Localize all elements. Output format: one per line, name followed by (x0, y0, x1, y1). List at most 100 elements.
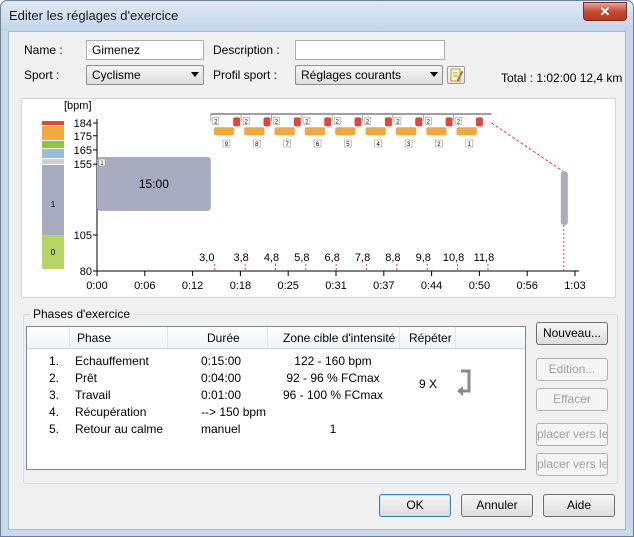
x-tick-label: 0:00 (86, 280, 107, 292)
header-phase[interactable]: Phase (77, 331, 111, 345)
repeat-arrow-icon (457, 369, 471, 396)
distance-label: 5,8 (294, 252, 309, 264)
x-tick-label: 0:50 (469, 280, 490, 292)
work-bar (304, 127, 326, 136)
x-tick-label: 0:31 (325, 280, 346, 292)
y-tick-label: 155 (74, 159, 92, 171)
header-divider (455, 327, 456, 349)
header-duration[interactable]: Durée (207, 331, 240, 345)
x-tick-label: 0:06 (134, 280, 155, 292)
cell-duration: 0:15:00 (201, 354, 242, 368)
cell-phase: Travail (75, 388, 111, 402)
phases-table-header: Phase Durée Zone cible d'intensité Répét… (27, 327, 525, 349)
cell-no: 4. (49, 405, 60, 419)
delete-phase-button[interactable]: Effacer (536, 388, 608, 411)
phases-group-title: Phases d'exercice (30, 307, 134, 321)
cell-no: 3. (49, 388, 60, 402)
distance-label: 8,8 (385, 252, 400, 264)
recovery-marker (324, 117, 332, 127)
cooldown-line (491, 122, 564, 172)
work-bar (213, 127, 235, 136)
zone-bar (42, 149, 64, 158)
title-bar: Editer les réglages d'exercice ✕ (1, 1, 633, 31)
cell-duration: manuel (201, 422, 241, 436)
sport-label: Sport : (24, 68, 60, 82)
distance-label: 3,8 (234, 252, 249, 264)
x-tick-label: 0:12 (182, 280, 203, 292)
zone-bar (42, 141, 64, 148)
repeat-count: 9 X (419, 377, 438, 391)
table-row[interactable]: 1. Echauffement 0:15:00 122 - 160 bpm (27, 354, 525, 371)
table-row[interactable]: 3. Travail 0:01:00 96 - 100 % FCmax (27, 388, 525, 405)
header-divider (167, 327, 168, 349)
recovery-marker (415, 117, 423, 127)
distance-label: 6,8 (325, 252, 340, 264)
table-row[interactable]: 5. Retour au calme manuel 1 (27, 422, 525, 439)
header-zone[interactable]: Zone cible d'intensité (283, 331, 395, 345)
description-input[interactable] (295, 40, 445, 60)
workout-profile-chart: [bpm] 1 0 184175 165 155 105 80 0:00 0:06 0:12 0:18… (42, 100, 586, 292)
cell-phase: Récupération (75, 405, 147, 419)
x-tick-label: 1:03 (564, 280, 585, 292)
warmup-duration-label: 15:00 (139, 177, 169, 191)
distance-label: 3,0 (199, 252, 214, 264)
cancel-button[interactable]: Annuler (461, 494, 533, 517)
name-input[interactable]: Gimenez (86, 40, 204, 60)
distance-label: 4,8 (264, 252, 279, 264)
distance-label: 11,8 (474, 252, 495, 264)
chevron-down-icon (191, 72, 199, 77)
new-phase-button[interactable]: Nouveau... (536, 322, 608, 345)
edit-phase-button[interactable]: Edition... (536, 358, 608, 381)
work-bar (244, 127, 265, 136)
ok-button[interactable]: OK (379, 494, 451, 517)
cell-no: 5. (49, 422, 60, 436)
x-tick-label: 0:56 (516, 280, 537, 292)
cell-zone: 92 - 96 % FCmax (286, 371, 380, 385)
help-button[interactable]: Aide (543, 494, 615, 517)
cell-duration: 0:04:00 (201, 371, 242, 385)
recovery-marker (233, 117, 241, 127)
table-row[interactable]: 4. Récupération --> 150 bpm (27, 405, 525, 422)
work-bar (335, 127, 356, 136)
close-button[interactable]: ✕ (583, 2, 627, 21)
y-tick-label: 105 (74, 230, 92, 242)
move-up-button[interactable]: placer vers le h (536, 423, 608, 446)
cell-no: 2. (49, 371, 60, 385)
x-tick-label: 0:25 (277, 280, 298, 292)
header-divider (69, 327, 70, 349)
work-bar (426, 127, 447, 136)
cell-duration: --> 150 bpm (201, 405, 267, 419)
zone-bar (42, 121, 64, 125)
chevron-down-icon (430, 72, 438, 77)
cell-phase: Prêt (75, 371, 98, 385)
cooldown-bar (560, 171, 568, 226)
zone-bar (42, 159, 64, 164)
edit-profile-button[interactable] (447, 66, 465, 84)
sport-select[interactable]: Cyclisme (86, 65, 204, 85)
recovery-marker (384, 117, 392, 127)
cell-phase: Echauffement (75, 354, 149, 368)
move-down-button[interactable]: placer vers le b (536, 453, 608, 476)
recovery-marker (263, 117, 271, 127)
zone-label: 1 (51, 200, 56, 209)
table-row[interactable]: 2. Prêt 0:04:00 92 - 96 % FCmax (27, 371, 525, 388)
x-tick-label: 0:44 (421, 280, 442, 292)
recovery-marker (354, 117, 362, 127)
cell-zone: 96 - 100 % FCmax (282, 388, 384, 402)
header-repeat[interactable]: Répéter (409, 331, 452, 345)
y-tick-label: 184 (74, 118, 92, 130)
work-bar (456, 127, 477, 136)
cell-zone: 1 (329, 422, 337, 436)
cell-phase: Retour au calme (75, 422, 164, 436)
y-tick-label: 80 (80, 266, 92, 278)
description-label: Description : (213, 43, 280, 57)
profile-select[interactable]: Réglages courants (295, 65, 443, 85)
dialog-window: Editer les réglages d'exercice ✕ Name : … (0, 0, 634, 537)
window-title: Editer les réglages d'exercice (9, 8, 179, 23)
cell-zone: 122 - 160 bpm (294, 354, 372, 368)
edit-note-icon (450, 68, 464, 82)
phases-table[interactable]: Phase Durée Zone cible d'intensité Répét… (26, 326, 526, 470)
work-bar (274, 127, 295, 136)
phases-group: Phases d'exercice Phase Durée Zone cible… (23, 307, 618, 484)
profile-label: Profil sport : (213, 68, 278, 82)
